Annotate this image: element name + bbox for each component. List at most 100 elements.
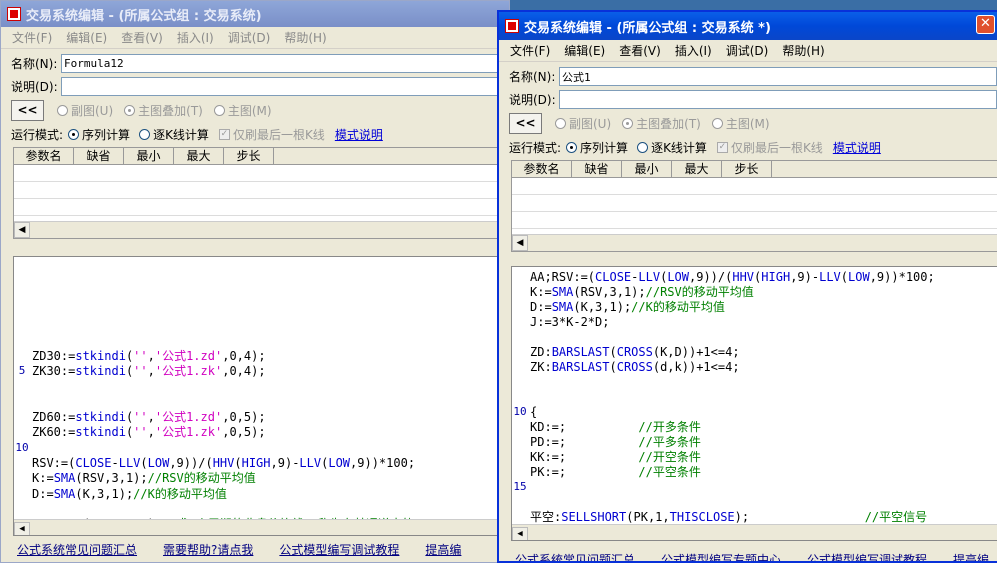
scroll-left-icon[interactable]: ◀ [14,522,30,535]
footer-link[interactable]: 提高编 [953,551,989,562]
run-mode-radio[interactable] [139,128,151,140]
last-bar-checkbox[interactable]: ✓ [716,141,728,153]
chart-type-radio[interactable] [555,118,566,129]
code-line[interactable]: PD:=; //平多条件 [530,435,701,450]
table-column-header[interactable]: 最小 [124,148,174,164]
table-row[interactable] [14,165,507,182]
last-bar-checkbox[interactable]: ✓ [218,128,230,140]
code-editor[interactable]: ZD30:=stkindi('','公式1.zd',0,4); 5 ZK30:=st… [13,256,508,536]
menu-item[interactable]: 查看(V) [612,42,668,59]
code-line[interactable]: J:=3*K-2*D; [530,315,609,330]
parameter-table[interactable]: 参数名 缺省 最小 最大 步长 ◀ [511,160,997,252]
table-column-header[interactable]: 步长 [722,161,772,177]
code-line[interactable]: PK:=; //平空条件 [530,465,701,480]
table-row[interactable] [14,199,507,216]
footer-link[interactable]: 公式模型编写专题中心 [661,551,781,562]
collapse-button[interactable]: << [509,113,542,134]
app-icon [7,7,21,21]
window-title: 交易系统编辑 - (所属公式组 : 交易系统) [26,8,262,24]
chart-type-radio[interactable] [57,105,68,116]
code-line[interactable]: RSV:=(CLOSE-LLV(LOW,9))/(HHV(HIGH,9)-LLV… [32,456,415,471]
code-line[interactable]: AA;RSV:=(CLOSE-LLV(LOW,9))/(HHV(HIGH,9)-… [530,270,935,285]
code-line[interactable]: ZD30:=stkindi('','公式1.zd',0,4); [32,349,266,364]
menu-item[interactable]: 编辑(E) [557,42,612,59]
chart-type-radio[interactable] [213,105,225,116]
footer-link[interactable]: 提高编 [425,541,461,558]
name-label: 名称(N): [11,57,58,71]
editor-scrollbar[interactable]: ◀ [512,524,997,540]
code-line[interactable]: KD:=; //开多条件 [530,420,701,435]
scroll-left-icon[interactable]: ◀ [512,527,528,540]
footer-link[interactable]: 公式系统常见问题汇总 [515,551,635,562]
menu-item[interactable]: 帮助(H) [775,42,831,59]
menu-bar: 文件(F) 编辑(E) 查看(V) 插入(I) 调试(D) 帮助(H) [1,27,509,49]
run-mode-radio[interactable] [68,128,80,140]
line-number: 5 [18,364,26,378]
table-column-header[interactable]: 缺省 [572,161,622,177]
scroll-left-icon[interactable]: ◀ [512,235,528,251]
name-input[interactable] [559,67,997,86]
table-column-header[interactable]: 最大 [174,148,224,164]
menu-item[interactable]: 调试(D) [221,29,278,46]
last-bar-label: 仅刷最后一根K线 [232,127,325,142]
table-row[interactable] [512,195,997,212]
run-mode-radio[interactable] [566,141,578,153]
menu-item[interactable]: 文件(F) [5,29,59,46]
scroll-left-icon[interactable]: ◀ [14,222,30,238]
footer-link[interactable]: 公式系统常见问题汇总 [17,541,137,558]
editor-scrollbar[interactable]: ◀ [14,519,507,535]
code-line[interactable]: ZD:BARSLAST(CROSS(K,D))+1<=4; [530,345,740,360]
footer-link[interactable]: 需要帮助?请点我 [163,541,253,558]
code-line[interactable]: D:=SMA(K,3,1);//K的移动平均值 [32,487,227,502]
code-line[interactable]: D:=SMA(K,3,1);//K的移动平均值 [530,300,725,315]
collapse-button[interactable]: << [11,100,44,121]
code-line[interactable]: { [530,405,537,420]
code-line[interactable]: ZK:BARSLAST(CROSS(d,k))+1<=4; [530,360,740,375]
window-title: 交易系统编辑 - (所属公式组 : 交易系统 *) [524,20,771,36]
table-column-header[interactable]: 最小 [622,161,672,177]
menu-item[interactable]: 帮助(H) [277,29,333,46]
table-column-header[interactable]: 最大 [672,161,722,177]
chart-type-radio[interactable] [622,118,634,129]
mode-help-link[interactable]: 模式说明 [335,126,383,143]
menu-item[interactable]: 插入(I) [170,29,221,46]
table-column-header[interactable]: 参数名 [14,148,74,164]
chart-type-radio[interactable] [711,118,723,129]
code-line[interactable]: ZD60:=stkindi('','公式1.zd',0,5); [32,410,266,425]
code-line[interactable]: KK:=; //开空条件 [530,450,701,465]
code-line[interactable]: ZK60:=stkindi('','公式1.zk',0,5); [32,425,266,440]
chart-type-options: << 副图(U) 主图叠加(T) 主图(M) [499,111,997,136]
title-bar[interactable]: 交易系统编辑 - (所属公式组 : 交易系统) [1,1,509,27]
footer-link[interactable]: 公式模型编写调试教程 [807,551,927,562]
table-scrollbar[interactable]: ◀ [512,234,997,251]
menu-item[interactable]: 调试(D) [719,42,776,59]
code-line[interactable]: K:=SMA(RSV,3,1);//RSV的移动平均值 [32,471,256,486]
code-editor[interactable]: AA;RSV:=(CLOSE-LLV(LOW,9))/(HHV(HIGH,9)-… [511,266,997,541]
chart-type-label: 主图(M) [725,117,770,131]
mode-help-link[interactable]: 模式说明 [833,139,881,156]
footer-link[interactable]: 公式模型编写调试教程 [279,541,399,558]
close-icon[interactable]: ✕ [976,15,995,34]
description-input[interactable] [61,77,509,96]
table-row[interactable] [14,182,507,199]
title-bar[interactable]: 交易系统编辑 - (所属公式组 : 交易系统 *) ✕ [499,12,997,40]
menu-item[interactable]: 查看(V) [114,29,170,46]
last-bar-label: 仅刷最后一根K线 [730,140,823,155]
table-column-header[interactable]: 参数名 [512,161,572,177]
table-row[interactable] [512,178,997,195]
code-line[interactable]: 平空:SELLSHORT(PK,1,THISCLOSE); //平空信号 [530,510,927,525]
name-input[interactable] [61,54,509,73]
parameter-table[interactable]: 参数名 缺省 最小 最大 步长 ◀ [13,147,508,239]
table-scrollbar[interactable]: ◀ [14,221,507,238]
run-mode-radio[interactable] [637,141,649,153]
code-line[interactable]: K:=SMA(RSV,3,1);//RSV的移动平均值 [530,285,754,300]
table-row[interactable] [512,212,997,229]
description-input[interactable] [559,90,997,109]
chart-type-radio[interactable] [124,105,136,116]
table-column-header[interactable]: 缺省 [74,148,124,164]
menu-item[interactable]: 插入(I) [668,42,719,59]
code-line[interactable]: ZK30:=stkindi('','公式1.zk',0,4); [32,364,266,379]
table-column-header[interactable]: 步长 [224,148,274,164]
menu-item[interactable]: 文件(F) [503,42,557,59]
menu-item[interactable]: 编辑(E) [59,29,114,46]
